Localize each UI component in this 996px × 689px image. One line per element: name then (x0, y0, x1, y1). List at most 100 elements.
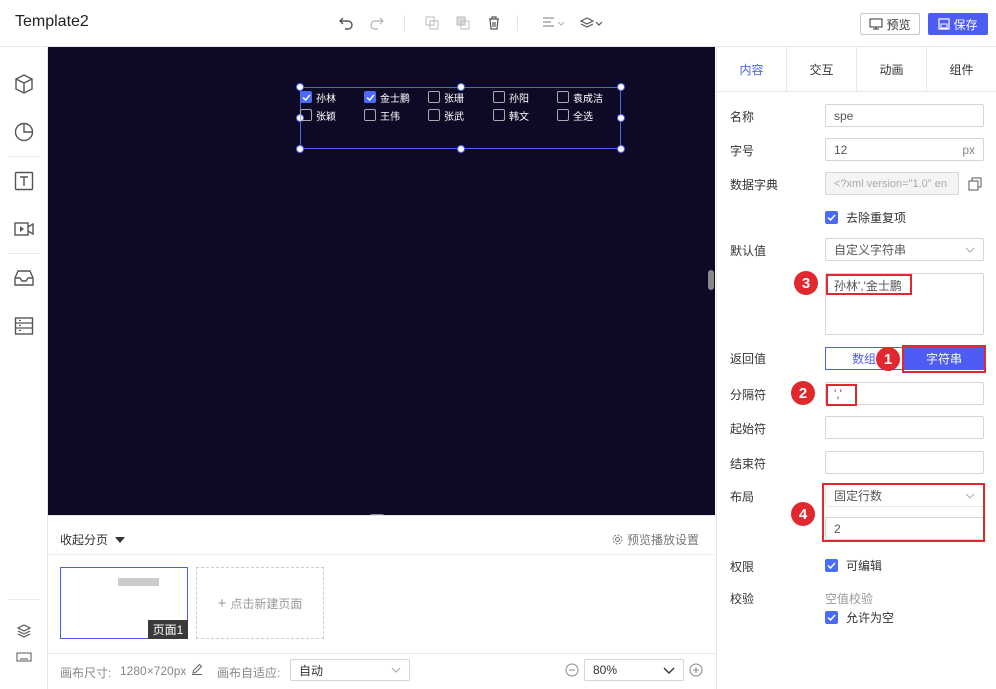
copy-icon[interactable] (423, 14, 441, 32)
video-icon[interactable] (12, 217, 36, 241)
preview-button[interactable]: 预览 (860, 13, 920, 35)
align-icon[interactable] (542, 14, 566, 32)
autofit-value: 自动 (299, 663, 324, 678)
return-array-label: 数组 (851, 352, 876, 366)
preview-settings-link[interactable]: 预览播放设置 (612, 531, 699, 548)
layout-label: 布局 (730, 490, 755, 504)
autofit-select[interactable]: 自动 (290, 659, 410, 681)
checkbox-label: 张珊 (444, 93, 464, 105)
annotation-badge: 3 (794, 271, 818, 295)
checkbox-unchecked-icon (557, 109, 569, 121)
checkbox-unchecked-icon (493, 91, 505, 103)
default-type-select[interactable]: 自定义字符串 (825, 238, 984, 261)
default-label: 默认值 (730, 244, 767, 258)
document-title: Template2 (15, 13, 89, 30)
divider (48, 554, 715, 555)
tab-component[interactable]: 组件 (927, 47, 996, 91)
page-strip: 收起分页 预览播放设置 页面1 + 点击新建页面 (48, 515, 715, 645)
canvas-vertical-scrollbar[interactable] (708, 270, 714, 290)
canvas-checkbox[interactable]: 张颖 (300, 108, 336, 123)
zoom-out-icon[interactable] (565, 663, 579, 680)
dict-label: 数据字典 (730, 178, 779, 192)
caret-down-icon (115, 536, 126, 543)
canvas-checkbox[interactable]: 孙阳 (493, 90, 529, 105)
pie-chart-icon[interactable] (12, 120, 36, 144)
zoom-in-icon[interactable] (689, 663, 703, 680)
redo-icon[interactable] (368, 14, 386, 32)
dedupe-checkbox[interactable]: 去除重复项 (825, 209, 906, 226)
table-icon[interactable] (12, 314, 36, 338)
save-icon (938, 18, 951, 30)
checkbox-label: 金士鹏 (380, 93, 410, 105)
undo-icon[interactable] (337, 14, 355, 32)
save-button[interactable]: 保存 (928, 13, 988, 35)
permission-label: 权限 (730, 560, 755, 574)
gear-icon (612, 534, 623, 545)
checkbox-unchecked-icon (300, 109, 312, 121)
component-sidebar (0, 47, 48, 689)
checkbox-label: 韩文 (509, 111, 529, 123)
canvas-size-label: 画布尺寸: (60, 666, 112, 680)
layers-panel-icon[interactable] (12, 619, 36, 643)
tab-interaction[interactable]: 交互 (787, 47, 857, 91)
autofit-label: 画布自适应: (217, 666, 281, 680)
allow-empty-checkbox[interactable]: 允许为空 (825, 609, 894, 626)
zoom-select[interactable]: 80% (584, 659, 684, 681)
checkbox-label: 孙林 (316, 93, 336, 105)
sidebar-divider (8, 253, 40, 254)
tab-animation[interactable]: 动画 (857, 47, 927, 91)
sidebar-divider (8, 599, 40, 600)
canvas-checkbox[interactable]: 张珊 (428, 90, 464, 105)
separator-label: 分隔符 (730, 388, 767, 402)
paste-icon[interactable] (454, 14, 472, 32)
editable-checkbox[interactable]: 可编辑 (825, 557, 882, 574)
checkbox-unchecked-icon (428, 109, 440, 121)
checkbox-label: 张武 (444, 111, 464, 123)
page-thumbnail[interactable]: 页面1 (60, 567, 188, 639)
fontsize-input[interactable]: 12 px (825, 138, 984, 161)
checkbox-unchecked-icon (493, 109, 505, 121)
resize-handle[interactable] (457, 145, 465, 153)
annotation-badge: 1 (876, 347, 900, 371)
text-icon[interactable] (12, 169, 36, 193)
thumbnail-preview (118, 578, 159, 586)
canvas-checkbox[interactable]: 孙林 (300, 90, 336, 105)
delete-icon[interactable] (485, 14, 503, 32)
resize-handle[interactable] (617, 83, 625, 91)
tab-content[interactable]: 内容 (717, 47, 787, 91)
name-input[interactable]: spe (825, 104, 984, 127)
resize-handle[interactable] (296, 145, 304, 153)
chevron-down-icon (663, 667, 675, 674)
new-page-button[interactable]: + 点击新建页面 (196, 567, 324, 639)
collapse-pages-toggle[interactable]: 收起分页 (60, 531, 126, 548)
canvas-checkbox[interactable]: 王伟 (364, 108, 400, 123)
annotation-badge: 2 (791, 381, 815, 405)
resize-handle[interactable] (617, 114, 625, 122)
resize-handle[interactable] (617, 145, 625, 153)
monitor-icon (869, 18, 883, 30)
dict-input[interactable]: <?xml version="1.0" en (825, 172, 959, 195)
collapse-pages-label: 收起分页 (60, 533, 109, 547)
start-input[interactable] (825, 416, 984, 439)
page-label: 页面1 (148, 620, 188, 639)
end-input[interactable] (825, 451, 984, 474)
fontsize-unit: px (962, 142, 975, 157)
save-label: 保存 (953, 17, 978, 32)
canvas-checkbox[interactable]: 张武 (428, 108, 464, 123)
default-type-value: 自定义字符串 (834, 243, 907, 257)
cube-icon[interactable] (12, 72, 36, 96)
inbox-icon[interactable] (12, 266, 36, 290)
end-label: 结束符 (730, 457, 767, 471)
copy-icon[interactable] (968, 177, 982, 194)
layers-icon[interactable] (580, 14, 604, 32)
checkbox-unchecked-icon (557, 91, 569, 103)
annotation-highlight-separator (826, 384, 857, 406)
checkbox-unchecked-icon (428, 91, 440, 103)
pencil-icon[interactable] (191, 663, 203, 678)
canvas-checkbox[interactable]: 全选 (557, 108, 593, 123)
zoom-value: 80% (593, 663, 618, 677)
canvas-checkbox[interactable]: 袁成洁 (557, 90, 603, 105)
keyboard-icon[interactable] (12, 645, 36, 669)
canvas-checkbox[interactable]: 金士鹏 (364, 90, 410, 105)
canvas-checkbox[interactable]: 韩文 (493, 108, 529, 123)
